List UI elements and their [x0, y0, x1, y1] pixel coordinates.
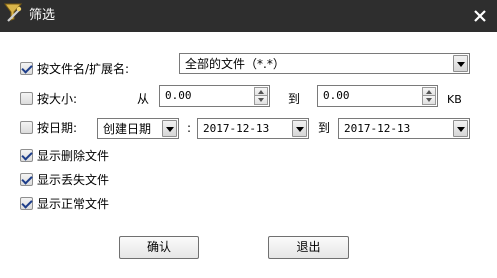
start-date-value: 2017-12-13	[203, 122, 270, 135]
end-date-value: 2017-12-13	[344, 122, 411, 135]
filter-wand-icon	[4, 3, 23, 22]
title-bar: 筛选	[0, 0, 497, 32]
chevron-down-icon[interactable]	[162, 120, 177, 137]
by-name-label: 按文件名/扩展名:	[37, 62, 130, 76]
end-date-picker[interactable]: 2017-12-13	[338, 118, 470, 139]
date-type-select[interactable]: 创建日期	[97, 118, 179, 139]
show-deleted-checkbox[interactable]	[20, 149, 33, 162]
size-to-input[interactable]: 0.00	[317, 85, 438, 107]
by-size-label: 按大小:	[37, 92, 78, 106]
size-from-label: 从	[137, 92, 150, 106]
date-type-value: 创建日期	[103, 122, 152, 136]
size-to-value: 0.00	[323, 89, 350, 102]
by-date-checkbox[interactable]	[20, 121, 33, 134]
chevron-down-icon[interactable]	[292, 120, 307, 137]
size-from-input[interactable]: 0.00	[159, 85, 270, 107]
stepper-down-icon[interactable]	[422, 95, 436, 105]
date-to-label: 到	[318, 121, 331, 135]
window-title: 筛选	[29, 8, 56, 23]
file-type-select[interactable]: 全部的文件（*.*）	[179, 53, 470, 74]
show-normal-checkbox[interactable]	[20, 197, 33, 210]
by-size-checkbox[interactable]	[20, 92, 33, 105]
size-unit-label: KB	[447, 93, 462, 106]
show-lost-label: 显示丢失文件	[37, 173, 110, 187]
dialog-body: 按文件名/扩展名: 全部的文件（*.*） 按大小: 从 0.00 到 0.00 …	[0, 32, 497, 278]
chevron-down-icon[interactable]	[453, 120, 468, 137]
size-to-label: 到	[288, 92, 301, 106]
size-to-stepper[interactable]	[422, 87, 436, 105]
show-deleted-label: 显示删除文件	[37, 149, 110, 163]
chevron-down-icon[interactable]	[453, 55, 468, 72]
confirm-button[interactable]: 确认	[119, 236, 199, 259]
show-lost-checkbox[interactable]	[20, 173, 33, 186]
size-from-value: 0.00	[165, 89, 192, 102]
file-type-value: 全部的文件（*.*）	[185, 57, 285, 71]
close-icon[interactable]	[470, 6, 490, 26]
date-colon: :	[187, 121, 192, 135]
start-date-picker[interactable]: 2017-12-13	[197, 118, 309, 139]
show-normal-label: 显示正常文件	[37, 197, 110, 211]
stepper-down-icon[interactable]	[254, 95, 268, 105]
exit-button[interactable]: 退出	[268, 236, 349, 259]
by-name-checkbox[interactable]	[20, 62, 33, 75]
size-from-stepper[interactable]	[254, 87, 268, 105]
by-date-label: 按日期:	[37, 121, 78, 135]
